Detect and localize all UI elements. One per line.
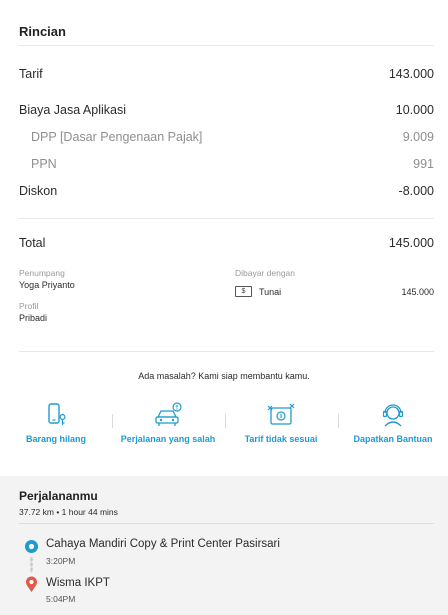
dpp-value: 9.009	[402, 130, 434, 144]
app-fee-row: Biaya Jasa Aplikasi 10.000	[19, 103, 434, 117]
pickup-time: 3:20PM	[46, 556, 76, 566]
ppn-value: 991	[413, 157, 434, 171]
payment-amount: 145.000	[401, 287, 434, 297]
total-label: Total	[19, 236, 46, 250]
ppn-label: PPN	[31, 157, 57, 171]
pickup-location: Cahaya Mandiri Copy & Print Center Pasir…	[46, 538, 280, 550]
app-fee-label: Biaya Jasa Aplikasi	[19, 103, 127, 117]
fare-value: 143.000	[388, 67, 434, 81]
app-fee-value: 10.000	[395, 103, 434, 117]
wrong-trip-button[interactable]: Perjalanan yang salah	[112, 402, 224, 444]
wrong-trip-label: Perjalanan yang salah	[120, 434, 216, 444]
get-help-label: Dapatkan Bantuan	[353, 434, 433, 444]
lost-phone-icon	[48, 403, 66, 425]
trip-title: Perjalananmu	[19, 489, 98, 503]
receipt-details-card: Rincian Tarif 143.000 Biaya Jasa Aplikas…	[0, 0, 448, 476]
passenger-name: Yoga Priyanto	[19, 280, 75, 290]
fare-mismatch-button[interactable]: Tarif tidak sesuai	[225, 402, 337, 444]
support-agent-icon	[382, 404, 404, 427]
divider	[19, 351, 434, 352]
dropoff-marker-icon	[26, 576, 37, 592]
fare-row: Tarif 143.000	[19, 67, 434, 81]
total-row: Total 145.000	[19, 236, 434, 250]
discount-label: Diskon	[19, 184, 58, 198]
cash-icon: $	[235, 286, 252, 297]
details-title: Rincian	[19, 24, 66, 39]
profile-label: Profil	[19, 301, 39, 311]
divider	[19, 45, 434, 46]
fare-mismatch-icon	[267, 403, 295, 425]
paid-with-label: Dibayar dengan	[235, 268, 296, 278]
trip-section: Perjalananmu 37.72 km • 1 hour 44 mins C…	[0, 476, 448, 615]
total-value: 145.000	[388, 236, 434, 250]
dpp-row: DPP [Dasar Pengenaan Pajak] 9.009	[31, 130, 434, 144]
fare-mismatch-label: Tarif tidak sesuai	[244, 434, 318, 444]
get-help-button[interactable]: Dapatkan Bantuan	[338, 402, 448, 444]
fare-label: Tarif	[19, 67, 43, 81]
pickup-marker-icon	[25, 540, 38, 553]
wrong-trip-car-icon	[155, 402, 182, 426]
passenger-label: Penumpang	[19, 268, 65, 278]
divider	[19, 218, 434, 219]
lost-item-button[interactable]: Barang hilang	[0, 402, 112, 444]
discount-row: Diskon -8.000	[19, 184, 434, 198]
dropoff-location: Wisma IKPT	[46, 577, 110, 589]
help-prompt: Ada masalah? Kami siap membantu kamu.	[138, 371, 310, 381]
route-dots	[30, 557, 33, 573]
profile-value: Pribadi	[19, 313, 48, 323]
payment-method: Tunai	[259, 287, 282, 297]
divider	[19, 523, 434, 524]
discount-value: -8.000	[398, 184, 434, 198]
dpp-label: DPP [Dasar Pengenaan Pajak]	[31, 130, 203, 144]
ppn-row: PPN 991	[31, 157, 434, 171]
dropoff-time: 5:04PM	[46, 594, 76, 604]
trip-summary: 37.72 km • 1 hour 44 mins	[19, 507, 118, 517]
lost-item-label: Barang hilang	[25, 434, 86, 444]
